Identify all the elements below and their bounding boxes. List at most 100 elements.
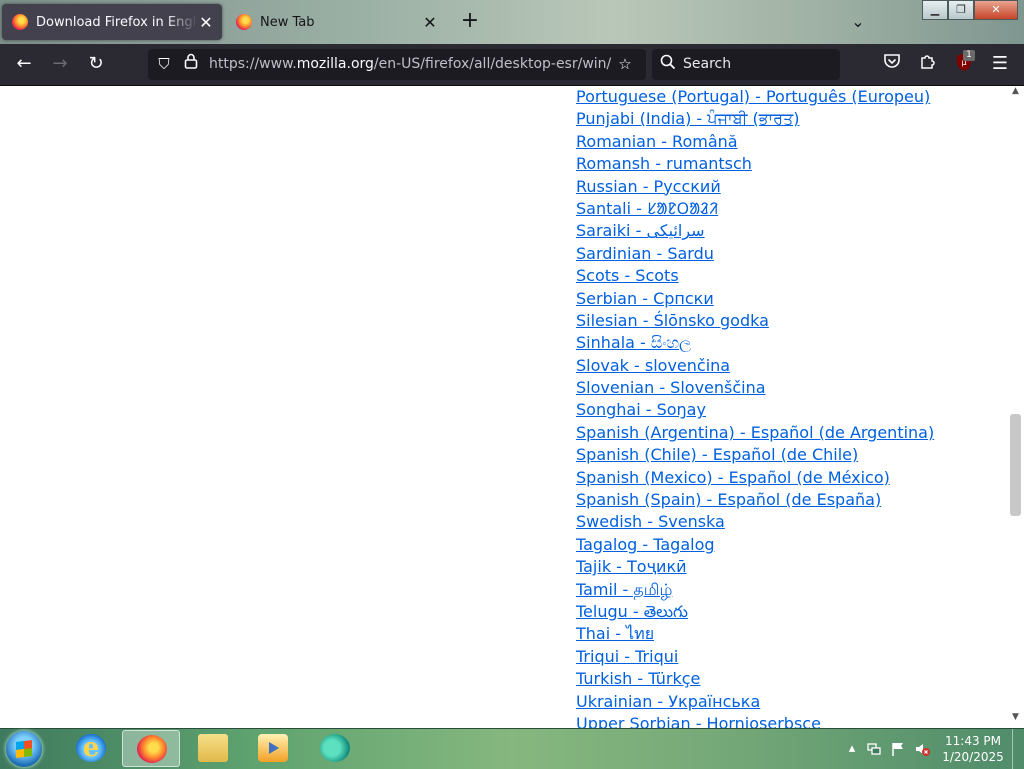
minimize-button[interactable]: ▁ xyxy=(922,0,948,20)
clock-time: 11:43 PM xyxy=(945,734,1001,748)
language-download-link[interactable]: Sardinian - Sardu xyxy=(576,244,714,263)
taskbar-file-explorer[interactable] xyxy=(184,730,242,767)
language-download-link[interactable]: Slovak - slovenčina xyxy=(576,356,730,375)
tab-new-tab[interactable]: New Tab ✕ xyxy=(226,4,446,40)
extensions-puzzle-icon[interactable] xyxy=(916,52,940,76)
language-download-link[interactable]: Telugu - తెలుగు xyxy=(576,602,688,621)
search-bar[interactable]: Search xyxy=(652,49,840,80)
address-bar[interactable]: ⛉ https://www.mozilla.org/en-US/firefox/… xyxy=(148,49,646,80)
language-list-item: Sinhala - සිංහල xyxy=(576,332,934,354)
language-list-item: Punjabi (India) - ਪੰਜਾਬੀ (ਭਾਰਤ) xyxy=(576,108,934,130)
bookmark-star-icon[interactable]: ☆ xyxy=(614,53,636,75)
list-all-tabs-chevron-icon[interactable]: ⌄ xyxy=(846,10,870,34)
scrollbar-thumb[interactable] xyxy=(1010,414,1021,516)
navigation-toolbar: ← → ↻ ⛉ https://www.mozilla.org/en-US/fi… xyxy=(0,44,1024,86)
taskbar-media-player[interactable] xyxy=(244,730,302,767)
language-list-item: Slovenian - Slovenščina xyxy=(576,377,934,399)
language-download-link[interactable]: Serbian - Српски xyxy=(576,289,714,308)
language-list-item: Tamil - தமிழ் xyxy=(576,579,934,601)
language-list-item: Ukrainian - Українська xyxy=(576,691,934,713)
language-list-item: Turkish - Türkçe xyxy=(576,668,934,690)
language-download-link[interactable]: Tajik - Тоҷикӣ xyxy=(576,557,687,576)
language-list-item: Swedish - Svenska xyxy=(576,511,934,533)
network-icon[interactable] xyxy=(866,741,882,757)
app-menu-hamburger-icon[interactable]: ☰ xyxy=(988,52,1012,76)
windows-taskbar: e ▴ 11:43 PM 1/20/2025 xyxy=(0,728,1024,769)
windows-logo-icon xyxy=(16,740,32,758)
clock-date: 1/20/2025 xyxy=(942,750,1004,764)
language-list-item: Tagalog - Tagalog xyxy=(576,534,934,556)
language-download-link[interactable]: Spanish (Mexico) - Español (de México) xyxy=(576,468,890,487)
language-list-item: Spanish (Spain) - Español (de España) xyxy=(576,489,934,511)
reload-button[interactable]: ↻ xyxy=(84,52,108,76)
scroll-up-arrow-icon[interactable]: ▲ xyxy=(1007,86,1024,100)
language-download-link[interactable]: Romansh - rumantsch xyxy=(576,154,752,173)
language-download-link[interactable]: Portuguese (Portugal) - Português (Europ… xyxy=(576,87,930,106)
firefox-favicon-icon xyxy=(12,14,28,30)
language-list-item: Serbian - Српски xyxy=(576,288,934,310)
action-center-flag-icon[interactable] xyxy=(890,741,906,757)
language-download-link[interactable]: Romanian - Română xyxy=(576,132,738,151)
language-download-link[interactable]: Slovenian - Slovenščina xyxy=(576,378,766,397)
language-list-item: Songhai - Soŋay xyxy=(576,399,934,421)
language-download-link[interactable]: Spanish (Chile) - Español (de Chile) xyxy=(576,445,858,464)
tab-close-icon[interactable]: ✕ xyxy=(422,13,438,32)
language-list-item: Triqui - Triqui xyxy=(576,646,934,668)
language-download-link[interactable]: Saraiki - سرائیکی xyxy=(576,221,705,240)
language-download-link[interactable]: Silesian - Ślōnsko godka xyxy=(576,311,769,330)
start-button[interactable] xyxy=(6,731,42,767)
language-download-link[interactable]: Spanish (Spain) - Español (de España) xyxy=(576,490,881,509)
close-window-button[interactable]: ✕ xyxy=(974,0,1018,20)
folder-icon xyxy=(198,734,228,762)
language-list-item: Scots - Scots xyxy=(576,265,934,287)
language-download-link[interactable]: Russian - Русский xyxy=(576,177,721,196)
language-list-item: Slovak - slovenčina xyxy=(576,355,934,377)
language-download-link[interactable]: Triqui - Triqui xyxy=(576,647,678,666)
scroll-down-arrow-icon[interactable]: ▼ xyxy=(1007,712,1024,726)
language-list-item: Romansh - rumantsch xyxy=(576,153,934,175)
edge-icon xyxy=(320,734,350,762)
page-content: Portuguese (Portugal) - Português (Europ… xyxy=(0,86,1007,728)
volume-muted-icon[interactable] xyxy=(914,741,930,757)
taskbar-internet-explorer[interactable]: e xyxy=(62,730,120,767)
taskbar-edge[interactable] xyxy=(306,730,364,767)
search-icon xyxy=(660,54,676,74)
forward-button[interactable]: → xyxy=(48,52,72,76)
show-hidden-icons-arrow-icon[interactable]: ▴ xyxy=(844,741,860,757)
language-download-link[interactable]: Thai - ไทย xyxy=(576,624,654,643)
language-list-item: Thai - ไทย xyxy=(576,623,934,645)
language-download-link[interactable]: Swedish - Svenska xyxy=(576,512,725,531)
new-tab-button[interactable]: + xyxy=(458,9,482,33)
lock-icon[interactable] xyxy=(180,53,202,75)
language-download-link[interactable]: Tagalog - Tagalog xyxy=(576,535,715,554)
language-download-link[interactable]: Upper Sorbian - Hornjoserbsce xyxy=(576,714,821,728)
language-download-link[interactable]: Punjabi (India) - ਪੰਜਾਬੀ (ਭਾਰਤ) xyxy=(576,109,800,128)
language-download-link[interactable]: Scots - Scots xyxy=(576,266,679,285)
vertical-scrollbar[interactable]: ▲ ▼ xyxy=(1007,86,1024,728)
language-download-link[interactable]: Ukrainian - Українська xyxy=(576,692,760,711)
pocket-icon[interactable] xyxy=(880,52,904,76)
search-placeholder: Search xyxy=(683,56,732,72)
language-list-item: Tajik - Тоҷикӣ xyxy=(576,556,934,578)
language-download-link[interactable]: Tamil - தமிழ் xyxy=(576,580,672,599)
show-desktop-button[interactable] xyxy=(1012,729,1024,769)
taskbar-firefox[interactable] xyxy=(122,730,180,767)
language-download-link[interactable]: Turkish - Türkçe xyxy=(576,669,700,688)
tab-close-icon[interactable]: ✕ xyxy=(198,13,214,32)
language-list-item: Russian - Русский xyxy=(576,176,934,198)
language-download-link[interactable]: Songhai - Soŋay xyxy=(576,400,706,419)
tracking-protection-shield-icon[interactable]: ⛉ xyxy=(153,53,175,75)
tab-title: Download Firefox in English (US) xyxy=(36,14,198,30)
back-button[interactable]: ← xyxy=(12,52,36,76)
system-clock[interactable]: 11:43 PM 1/20/2025 xyxy=(936,733,1010,765)
media-player-icon xyxy=(258,734,288,762)
firefox-favicon-icon xyxy=(236,14,252,30)
url-text[interactable]: https://www.mozilla.org/en-US/firefox/al… xyxy=(209,56,611,72)
tab-download-firefox[interactable]: Download Firefox in English (US) ✕ xyxy=(2,4,222,40)
tab-strip: Download Firefox in English (US) ✕ New T… xyxy=(0,0,1024,44)
language-download-link[interactable]: Santali - ᱥᱟᱱᱛᱟᱲᱤ xyxy=(576,199,718,218)
maximize-button[interactable]: ❐ xyxy=(948,0,974,20)
language-download-link[interactable]: Spanish (Argentina) - Español (de Argent… xyxy=(576,423,934,442)
language-list-item: Sardinian - Sardu xyxy=(576,243,934,265)
language-download-link[interactable]: Sinhala - සිංහල xyxy=(576,333,691,352)
